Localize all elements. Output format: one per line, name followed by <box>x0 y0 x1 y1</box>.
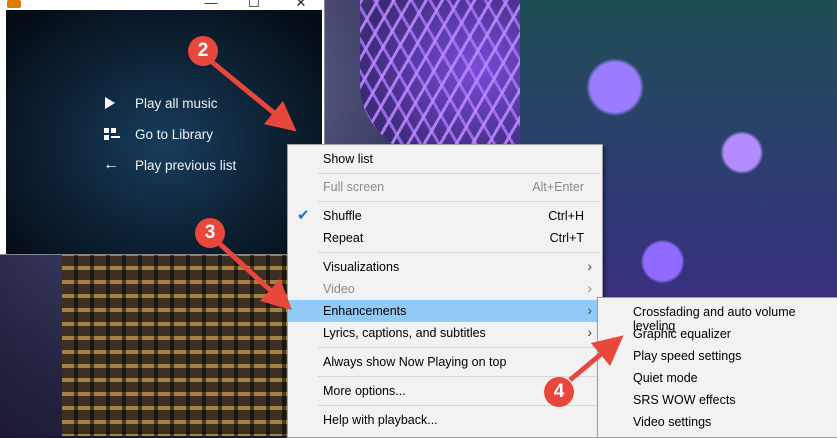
submenu-item-srs-wow-effects[interactable]: SRS WOW effects <box>598 389 837 411</box>
minimize-button[interactable]: — <box>200 0 222 10</box>
step-badge-4: 4 <box>544 377 574 407</box>
now-playing-area[interactable]: Play all music Go to Library ← Play prev… <box>6 10 322 254</box>
chevron-right-icon: › <box>587 302 592 318</box>
maximize-button[interactable]: ☐ <box>243 0 265 10</box>
submenu-item-play-speed-settings[interactable]: Play speed settings <box>598 345 837 367</box>
go-to-library-link[interactable]: Go to Library <box>99 123 213 145</box>
menu-item-label: Repeat <box>323 231 364 245</box>
menu-separator <box>318 252 600 253</box>
submenu-item-quiet-mode[interactable]: Quiet mode <box>598 367 837 389</box>
menu-item-label: Shuffle <box>323 209 362 223</box>
submenu-item-label: Quiet mode <box>633 371 698 385</box>
submenu-item-graphic-equalizer[interactable]: Graphic equalizer <box>598 323 837 345</box>
chevron-right-icon: › <box>587 258 592 274</box>
play-all-music-label: Play all music <box>135 95 218 111</box>
media-player-app-icon <box>7 0 21 8</box>
submenu-item-video-settings[interactable]: Video settings <box>598 411 837 433</box>
play-previous-list-link[interactable]: ← Play previous list <box>99 154 236 176</box>
library-icon <box>99 126 123 142</box>
chevron-right-icon: › <box>587 324 592 340</box>
menu-separator <box>318 347 600 348</box>
menu-item-label: Lyrics, captions, and subtitles <box>323 326 486 340</box>
menu-item-label: Full screen <box>323 180 385 194</box>
close-button[interactable]: ✕ <box>290 0 312 10</box>
back-arrow-icon: ← <box>103 156 119 173</box>
menu-item-full-screen[interactable]: Full screen Alt+Enter <box>288 176 602 198</box>
menu-item-shuffle[interactable]: ✔ Shuffle Ctrl+H <box>288 205 602 227</box>
enhancements-submenu: Crossfading and auto volume leveling Gra… <box>597 297 837 438</box>
chevron-right-icon: › <box>587 280 592 296</box>
menu-item-label: Show list <box>323 152 374 166</box>
step-badge-3: 3 <box>195 218 225 248</box>
submenu-item-label: SRS WOW effects <box>633 393 736 407</box>
menu-separator <box>318 201 600 202</box>
menu-item-label: Help with playback... <box>323 413 438 427</box>
menu-item-help-with-playback[interactable]: Help with playback... <box>288 409 602 431</box>
title-bar[interactable]: — ☐ ✕ <box>0 0 324 10</box>
menu-item-visualizations[interactable]: Visualizations › <box>288 256 602 278</box>
menu-item-shortcut: Ctrl+T <box>549 231 584 245</box>
menu-item-label: Visualizations <box>323 260 400 274</box>
menu-item-lyrics-captions-subtitles[interactable]: Lyrics, captions, and subtitles › <box>288 322 602 344</box>
play-icon <box>99 95 123 111</box>
menu-item-label: Enhancements <box>323 304 407 318</box>
menu-item-shortcut: Ctrl+H <box>548 209 584 223</box>
submenu-item-label: Video settings <box>633 415 712 429</box>
menu-item-label: Always show Now Playing on top <box>323 355 507 369</box>
media-player-window: — ☐ ✕ Play all music Go to Library ← Pla… <box>0 0 325 255</box>
background-tower <box>62 248 292 436</box>
submenu-item-crossfading[interactable]: Crossfading and auto volume leveling <box>598 301 837 333</box>
checkmark-icon: ✔ <box>297 207 310 224</box>
menu-item-label: Video <box>323 282 355 296</box>
menu-item-label: More options... <box>323 384 406 398</box>
play-previous-list-label: Play previous list <box>135 157 237 173</box>
menu-item-video[interactable]: Video › <box>288 278 602 300</box>
menu-item-enhancements[interactable]: Enhancements › <box>288 300 602 322</box>
menu-separator <box>318 173 600 174</box>
menu-item-always-on-top[interactable]: Always show Now Playing on top <box>288 351 602 373</box>
menu-item-show-list[interactable]: Show list <box>288 148 602 170</box>
menu-item-repeat[interactable]: Repeat Ctrl+T <box>288 227 602 249</box>
submenu-item-label: Graphic equalizer <box>633 327 731 341</box>
go-to-library-label: Go to Library <box>135 126 214 142</box>
submenu-item-label: Play speed settings <box>633 349 742 363</box>
play-all-music-link[interactable]: Play all music <box>99 92 218 114</box>
step-badge-2: 2 <box>188 36 218 66</box>
menu-item-shortcut: Alt+Enter <box>532 180 584 194</box>
